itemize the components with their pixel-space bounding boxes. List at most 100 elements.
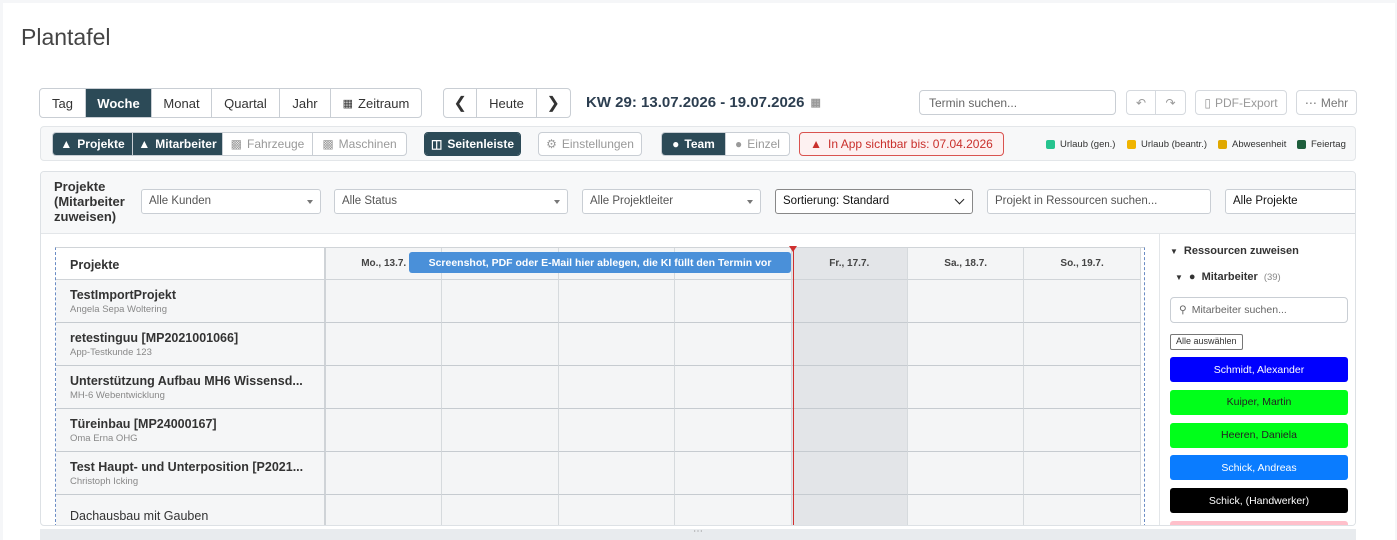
- team-mode-switch: ● Team ● Einzel: [661, 132, 790, 156]
- employee-count: (39): [1263, 271, 1281, 283]
- more-button[interactable]: ⋯ Mehr: [1296, 90, 1357, 115]
- schedule-cell[interactable]: [442, 366, 559, 409]
- legend-label: Urlaub (beantr.): [1141, 139, 1208, 150]
- schedule-cell[interactable]: [558, 280, 676, 323]
- schedule-cell[interactable]: [908, 409, 1025, 452]
- view-tab-range[interactable]: ▦ Zeitraum: [331, 89, 421, 117]
- schedule-cell[interactable]: [1024, 409, 1141, 452]
- appointment-search-input[interactable]: Termin suchen...: [919, 90, 1116, 115]
- resize-handle[interactable]: ⋯: [40, 527, 1356, 540]
- resource-chip[interactable]: [1170, 521, 1348, 525]
- schedule-cell[interactable]: [558, 452, 676, 495]
- tab-projects[interactable]: ▲ Projekte: [53, 133, 133, 155]
- undo-button[interactable]: ↶: [1126, 90, 1156, 115]
- tab-single[interactable]: ● Einzel: [726, 133, 789, 155]
- view-tab-week[interactable]: Woche: [86, 89, 152, 117]
- schedule-cell[interactable]: [326, 323, 443, 366]
- status-select[interactable]: Alle Status: [334, 189, 568, 214]
- customer-select[interactable]: Alle Kunden: [141, 189, 321, 214]
- sort-select[interactable]: Sortierung: Standard: [775, 189, 973, 214]
- resource-chip[interactable]: Schmidt, Alexander: [1170, 357, 1348, 382]
- schedule-cell[interactable]: [1024, 280, 1141, 323]
- project-row[interactable]: Dachausbau mit Gauben: [56, 495, 326, 525]
- schedule-cell[interactable]: [1024, 452, 1141, 495]
- resource-chip[interactable]: Schick, (Handwerker): [1170, 488, 1348, 514]
- schedule-cell[interactable]: [791, 409, 908, 452]
- resource-chip[interactable]: Kuiper, Martin: [1170, 389, 1348, 415]
- schedule-cell[interactable]: [675, 409, 792, 452]
- schedule-cell[interactable]: [675, 452, 792, 495]
- schedule-cell[interactable]: [326, 495, 443, 525]
- schedule-cell[interactable]: [558, 323, 676, 366]
- schedule-cell[interactable]: [558, 409, 676, 452]
- schedule-cell[interactable]: [442, 452, 559, 495]
- schedule-cell[interactable]: [675, 366, 792, 409]
- projects-select[interactable]: Alle Projekte: [1225, 189, 1355, 214]
- schedule-cell[interactable]: [1024, 495, 1141, 525]
- leader-select[interactable]: Alle Projektleiter: [582, 189, 761, 214]
- next-week-button[interactable]: ❯: [537, 89, 570, 117]
- sidebar-toggle-button[interactable]: ◫ Seitenleiste: [425, 133, 520, 155]
- project-row[interactable]: retestinguu [MP2021001066] App-Testkunde …: [56, 323, 326, 366]
- schedule-cell[interactable]: [675, 323, 792, 366]
- schedule-cell[interactable]: [442, 495, 559, 525]
- today-marker-line: [793, 248, 794, 525]
- schedule-cell[interactable]: [442, 409, 559, 452]
- caret-down-icon: [747, 200, 753, 204]
- view-tab-month[interactable]: Monat: [152, 89, 212, 117]
- view-tab-year[interactable]: Jahr: [280, 89, 331, 117]
- schedule-cell[interactable]: [326, 280, 443, 323]
- schedule-cell[interactable]: [326, 452, 443, 495]
- employee-search-input[interactable]: ⚲ Mitarbeiter suchen...: [1170, 297, 1348, 323]
- select-all-button[interactable]: Alle auswählen: [1170, 334, 1243, 350]
- schedule-cell[interactable]: [675, 495, 792, 525]
- resource-chip[interactable]: Schick, Andreas: [1170, 455, 1348, 481]
- project-row[interactable]: Türeinbau [MP24000167] Oma Erna OHG: [56, 409, 326, 452]
- resource-chip[interactable]: Heeren, Daniela: [1170, 422, 1348, 448]
- schedule-cell[interactable]: [558, 495, 676, 525]
- today-button[interactable]: Heute: [477, 89, 537, 117]
- pdf-export-button[interactable]: ▯ PDF-Export: [1195, 90, 1287, 115]
- prev-week-button[interactable]: ❮: [444, 89, 478, 117]
- project-resource-search[interactable]: Projekt in Ressourcen suchen...: [987, 189, 1211, 214]
- day-header[interactable]: Sa., 18.7.: [908, 248, 1025, 280]
- schedule-cell[interactable]: [791, 280, 908, 323]
- schedule-cell[interactable]: [908, 366, 1025, 409]
- schedule-cell[interactable]: [908, 495, 1025, 525]
- tab-team[interactable]: ● Team: [662, 133, 726, 155]
- schedule-cell[interactable]: [791, 495, 908, 525]
- day-header[interactable]: So., 19.7.: [1024, 248, 1141, 280]
- filter-title: Projekte (Mitarbeiter zuweisen): [54, 179, 125, 224]
- schedule-cell[interactable]: [558, 366, 676, 409]
- schedule-cell[interactable]: [326, 409, 443, 452]
- project-row[interactable]: Unterstützung Aufbau MH6 Wissensd... MH-6…: [56, 366, 326, 409]
- schedule-cell[interactable]: [442, 323, 559, 366]
- schedule-cell[interactable]: [1024, 366, 1141, 409]
- leader-select-value: Alle Projektleiter: [590, 195, 674, 207]
- settings-button[interactable]: ⚙ Einstellungen: [539, 133, 641, 155]
- view-tab-day[interactable]: Tag: [40, 89, 86, 117]
- day-header[interactable]: Fr., 17.7.: [791, 248, 908, 280]
- resource-assign-header[interactable]: ▼ Ressourcen zuweisen: [1170, 245, 1299, 257]
- app-visibility-alert[interactable]: ▲ In App sichtbar bis: 07.04.2026: [799, 132, 1004, 156]
- project-row[interactable]: Test Haupt- und Unterposition [P2021... C…: [56, 452, 326, 495]
- schedule-cell[interactable]: [1024, 323, 1141, 366]
- schedule-cell[interactable]: [675, 280, 792, 323]
- schedule-cell[interactable]: [908, 280, 1025, 323]
- project-row[interactable]: TestImportProjekt Angela Sepa Woltering: [56, 280, 326, 323]
- schedule-cell[interactable]: [326, 366, 443, 409]
- view-tab-quarter[interactable]: Quartal: [212, 89, 280, 117]
- schedule-cell[interactable]: [791, 323, 908, 366]
- tab-employees[interactable]: ▲ Mitarbeiter: [133, 133, 223, 155]
- schedule-cell[interactable]: [442, 280, 559, 323]
- schedule-cell[interactable]: [791, 366, 908, 409]
- tab-machines[interactable]: ▩ Maschinen: [313, 133, 406, 155]
- schedule-cell[interactable]: [791, 452, 908, 495]
- schedule-cell[interactable]: [908, 323, 1025, 366]
- redo-button[interactable]: ↷: [1155, 90, 1186, 115]
- schedule-cell[interactable]: [908, 452, 1025, 495]
- tab-vehicles[interactable]: ▩ Fahrzeuge: [223, 133, 313, 155]
- calendar-icon[interactable]: ▦: [810, 96, 820, 109]
- legend-swatch: [1046, 140, 1055, 149]
- employee-group-header[interactable]: ▼ ● Mitarbeiter (39): [1175, 271, 1281, 283]
